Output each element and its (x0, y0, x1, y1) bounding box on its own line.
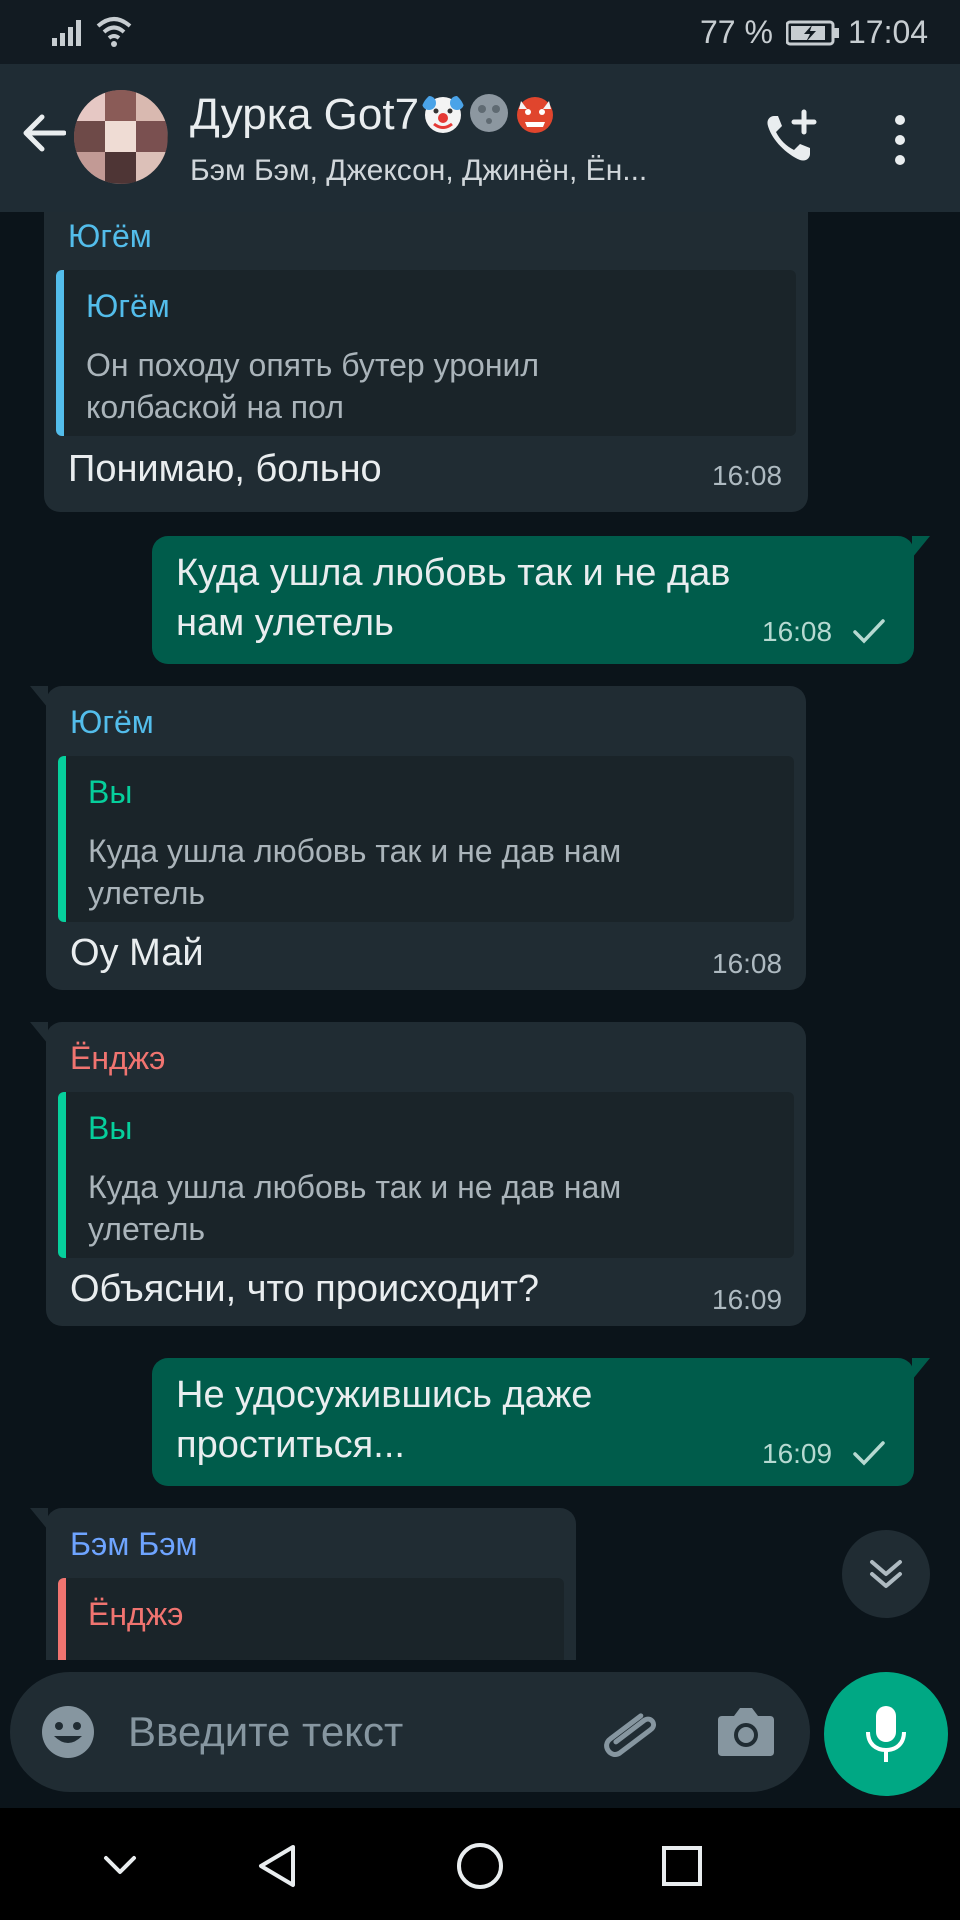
message-text: Не удосужившись даже проститься... (176, 1370, 592, 1470)
message-sender: Ёнджэ (70, 1040, 166, 1076)
paperclip-icon[interactable] (598, 1700, 660, 1762)
quote-line: улетель (88, 1211, 206, 1247)
quoted-message[interactable]: Вы Куда ушла любовь так и не дав нам уле… (58, 756, 794, 922)
nav-recents-button[interactable] (654, 1838, 710, 1894)
bubble-tail (912, 536, 930, 558)
camera-icon[interactable] (716, 1702, 776, 1760)
quote-author: Ёнджэ (88, 1596, 184, 1632)
message-bubble[interactable]: Бэм Бэм Ёнджэ (30, 1508, 576, 1660)
scroll-to-bottom-button[interactable] (842, 1530, 930, 1618)
battery-percent: 77 % (700, 14, 773, 50)
square-recents-icon (662, 1846, 702, 1886)
chat-title[interactable]: Дурка Got7 (190, 90, 557, 140)
message-sender: Югём (70, 704, 154, 740)
message-input[interactable] (128, 1702, 488, 1762)
message-time: 16:08 (712, 948, 783, 979)
message-time: 16:08 (762, 616, 833, 647)
quote-line: улетель (88, 875, 206, 911)
bubble-tail (30, 1508, 48, 1530)
message-bubble[interactable]: Куда ушла любовь так и не дав нам улетел… (152, 536, 930, 664)
message-line: Объясни, что происходит? (70, 1268, 540, 1310)
arrow-left-icon (23, 114, 66, 152)
quote-line: Он походу опять бутер уронил (86, 347, 540, 383)
triangle-back-icon (259, 1845, 295, 1887)
emoji-icon[interactable] (40, 1704, 96, 1760)
message-bubble[interactable]: Ёнджэ Вы Куда ушла любовь так и не дав н… (30, 1022, 806, 1326)
clown-face-emoji-icon (422, 96, 465, 133)
bubble-tail (30, 1022, 48, 1044)
back-button[interactable] (14, 104, 72, 162)
chat-title-text: Дурка Got7 (190, 90, 420, 139)
quoted-message[interactable]: Ёнджэ (58, 1578, 564, 1660)
quote-line: Куда ушла любовь так и не дав нам (88, 833, 622, 869)
battery-charging-icon (786, 20, 839, 46)
bubble-tail (912, 1358, 930, 1380)
message-text: Понимаю, больно (68, 444, 382, 494)
message-time: 16:09 (712, 1284, 783, 1315)
quote-bar (58, 1578, 66, 1660)
message-line: Оу Май (70, 932, 204, 974)
new-moon-face-emoji-icon (470, 94, 509, 132)
more-vert-icon (895, 115, 905, 165)
chat-screen: 77 % 17:04 Дурка Got7 Бэм Бэм, Джексон, … (0, 0, 960, 1920)
message-text: Оу Май (70, 928, 204, 978)
message-sender: Бэм Бэм (70, 1526, 198, 1562)
quote-text: Он походу опять бутер уронил колбаской н… (86, 344, 776, 428)
message-bubble[interactable]: Не удосужившись даже проститься... 16:09 (152, 1358, 930, 1486)
message-line: нам улетель (176, 602, 394, 644)
wifi-icon (96, 17, 132, 47)
double-chevron-down-icon (870, 1560, 902, 1588)
voice-message-button[interactable] (824, 1672, 948, 1796)
quote-author: Югём (86, 288, 170, 324)
quote-bar (58, 756, 66, 922)
quote-bar (58, 1092, 66, 1258)
nav-back-button[interactable] (250, 1838, 306, 1894)
message-line: Не удосужившись даже (176, 1374, 593, 1416)
sent-check-icon (853, 1441, 885, 1466)
message-line: Куда ушла любовь так и не дав (176, 552, 731, 594)
chat-participants[interactable]: Бэм Бэм, Джексон, Джинён, Ён... (190, 154, 647, 188)
message-bubble[interactable]: Югём Вы Куда ушла любовь так и не дав на… (30, 686, 806, 990)
message-bubble[interactable]: Югём Югём Он походу опять бутер уронил к… (44, 212, 808, 512)
quote-line: Куда ушла любовь так и не дав нам (88, 1169, 622, 1205)
signal-icon (52, 20, 81, 46)
quoted-message[interactable]: Югём Он походу опять бутер уронил колбас… (56, 270, 796, 436)
quoted-message[interactable]: Вы Куда ушла любовь так и не дав нам уле… (58, 1092, 794, 1258)
quote-line: колбаской на пол (86, 389, 344, 425)
message-sender: Югём (68, 218, 152, 254)
nav-home-button[interactable] (452, 1838, 508, 1894)
chevron-down-icon (104, 1856, 136, 1874)
message-time: 16:09 (762, 1438, 833, 1469)
sent-check-icon (853, 619, 885, 644)
chat-header: Дурка Got7 Бэм Бэм, Джексон, Джинён, Ён.… (0, 64, 960, 212)
ogre-emoji-icon (517, 97, 554, 133)
message-list[interactable]: Югём Югём Он походу опять бутер уронил к… (0, 212, 960, 1660)
phone-add-icon (767, 109, 817, 161)
message-composer (10, 1672, 810, 1792)
status-bar: 77 % 17:04 (0, 0, 960, 64)
message-text: Объясни, что происходит? (70, 1264, 539, 1314)
microphone-icon (866, 1706, 906, 1762)
system-nav-bar (0, 1808, 960, 1920)
clock: 17:04 (848, 14, 929, 50)
message-text: Куда ушла любовь так и не дав нам улетел… (176, 548, 730, 648)
quote-bar (56, 270, 64, 436)
bubble-tail (30, 686, 48, 708)
nav-collapse-button[interactable] (92, 1838, 148, 1894)
message-time: 16:08 (712, 460, 783, 491)
add-call-button[interactable] (760, 108, 820, 168)
message-line: проститься... (176, 1424, 405, 1466)
circle-home-icon (457, 1843, 503, 1889)
message-line: Понимаю, больно (68, 448, 382, 490)
quote-text: Куда ушла любовь так и не дав нам улетел… (88, 830, 778, 914)
quote-text: Куда ушла любовь так и не дав нам улетел… (88, 1166, 778, 1250)
more-options-button[interactable] (880, 112, 920, 168)
quote-author: Вы (88, 1110, 133, 1146)
group-avatar[interactable] (74, 90, 168, 184)
quote-author: Вы (88, 774, 133, 810)
